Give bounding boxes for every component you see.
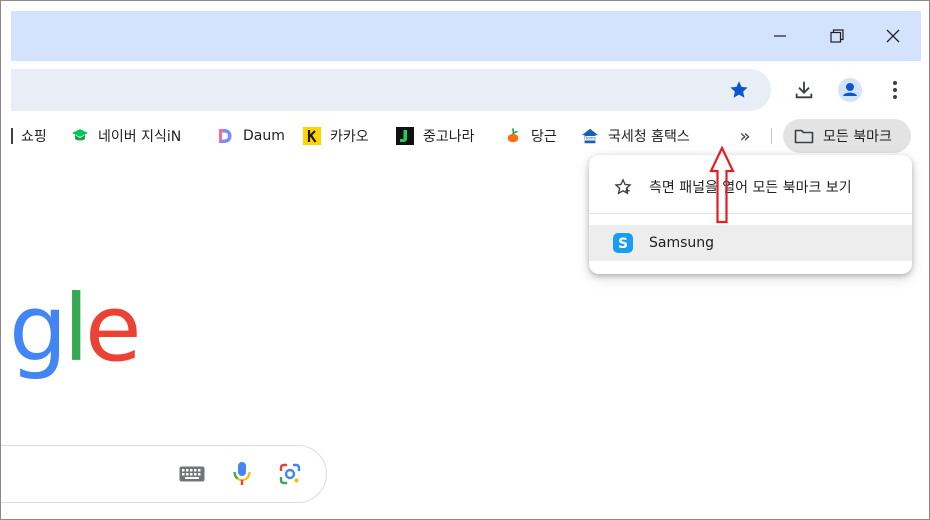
kakao-icon bbox=[303, 127, 321, 145]
bookmark-label: 네이버 지식iN bbox=[98, 129, 182, 145]
logo-letter-g: g bbox=[9, 275, 67, 382]
downloads-button[interactable] bbox=[789, 75, 819, 105]
logo-letter-l: l bbox=[63, 275, 88, 382]
all-bookmarks-button[interactable]: 모든 북마크 bbox=[783, 119, 911, 153]
keyboard-button[interactable] bbox=[178, 460, 206, 488]
profile-button[interactable] bbox=[835, 75, 865, 105]
bookmark-daum[interactable]: Daum bbox=[216, 119, 285, 153]
bookmark-edge bbox=[11, 128, 13, 144]
bookmark-kakao[interactable]: 카카오 bbox=[303, 119, 369, 153]
address-bar[interactable] bbox=[11, 69, 771, 111]
voice-search-button[interactable] bbox=[228, 460, 256, 488]
bookmark-folder-item-samsung[interactable]: S Samsung bbox=[589, 225, 912, 261]
naver-kin-icon bbox=[71, 127, 89, 145]
restore-icon bbox=[830, 29, 844, 43]
close-icon bbox=[886, 29, 900, 43]
bookmark-label: 쇼핑 bbox=[21, 129, 47, 145]
close-button[interactable] bbox=[864, 11, 922, 61]
minimize-icon bbox=[774, 35, 786, 37]
all-bookmarks-menu: 측면 패널을 열어 모든 북마크 보기 S Samsung bbox=[589, 155, 912, 274]
search-box[interactable] bbox=[1, 445, 327, 503]
lens-search-button[interactable] bbox=[276, 460, 304, 488]
bookmark-hometax[interactable]: Home 국세청 홈택스 bbox=[581, 119, 690, 153]
hometax-icon: Home bbox=[581, 127, 599, 145]
daangn-icon bbox=[504, 127, 522, 145]
bookmark-star-button[interactable] bbox=[727, 78, 751, 102]
restore-button[interactable] bbox=[808, 11, 866, 61]
profile-icon bbox=[838, 78, 862, 102]
download-icon bbox=[795, 81, 813, 99]
chrome-menu-button[interactable] bbox=[880, 75, 910, 105]
daum-icon bbox=[216, 127, 234, 145]
bookmark-label: 국세청 홈택스 bbox=[608, 129, 690, 145]
bookmark-label: 카카오 bbox=[330, 129, 369, 145]
more-bookmarks-chevron-icon[interactable]: » bbox=[733, 124, 757, 148]
bookmarks-bar: 쇼핑 네이버 지식iN Daum 카카오 중고나라 당근 Home 국세청 홈택… bbox=[11, 119, 921, 153]
logo-letter-e: e bbox=[84, 275, 142, 382]
star-icon bbox=[730, 81, 748, 98]
browser-window: 쇼핑 네이버 지식iN Daum 카카오 중고나라 당근 Home 국세청 홈택… bbox=[0, 0, 930, 520]
bookmark-label: Daum bbox=[243, 128, 285, 144]
star-outline-icon bbox=[613, 177, 633, 197]
samsung-label: Samsung bbox=[649, 235, 715, 251]
side-panel-label: 측면 패널을 열어 모든 북마크 보기 bbox=[649, 180, 852, 196]
samsung-icon: S bbox=[613, 233, 633, 253]
bookmark-label: 당근 bbox=[531, 129, 557, 145]
google-lens-icon bbox=[279, 463, 301, 485]
svg-text:S: S bbox=[618, 236, 628, 252]
bookmark-daangn[interactable]: 당근 bbox=[504, 119, 557, 153]
svg-text:Home: Home bbox=[584, 136, 596, 141]
title-bar bbox=[11, 11, 921, 61]
toolbar bbox=[11, 61, 921, 119]
microphone-icon bbox=[233, 462, 251, 485]
joonggonara-icon bbox=[396, 127, 414, 145]
menu-icon bbox=[893, 81, 897, 99]
menu-divider bbox=[589, 213, 912, 214]
bookmark-joonggonara[interactable]: 중고나라 bbox=[396, 119, 475, 153]
bookmarks-divider bbox=[771, 128, 772, 144]
all-bookmarks-label: 모든 북마크 bbox=[823, 129, 892, 145]
folder-icon bbox=[793, 126, 815, 146]
keyboard-icon bbox=[179, 466, 205, 482]
up-arrow-annotation-icon bbox=[709, 145, 735, 224]
google-logo: gle bbox=[9, 283, 142, 375]
bookmark-shopping[interactable]: 쇼핑 bbox=[21, 119, 47, 153]
minimize-button[interactable] bbox=[751, 11, 809, 61]
bookmark-label: 중고나라 bbox=[423, 129, 475, 145]
bookmark-naver-kin[interactable]: 네이버 지식iN bbox=[71, 119, 181, 153]
open-side-panel-item[interactable]: 측면 패널을 열어 모든 북마크 보기 bbox=[589, 169, 912, 205]
